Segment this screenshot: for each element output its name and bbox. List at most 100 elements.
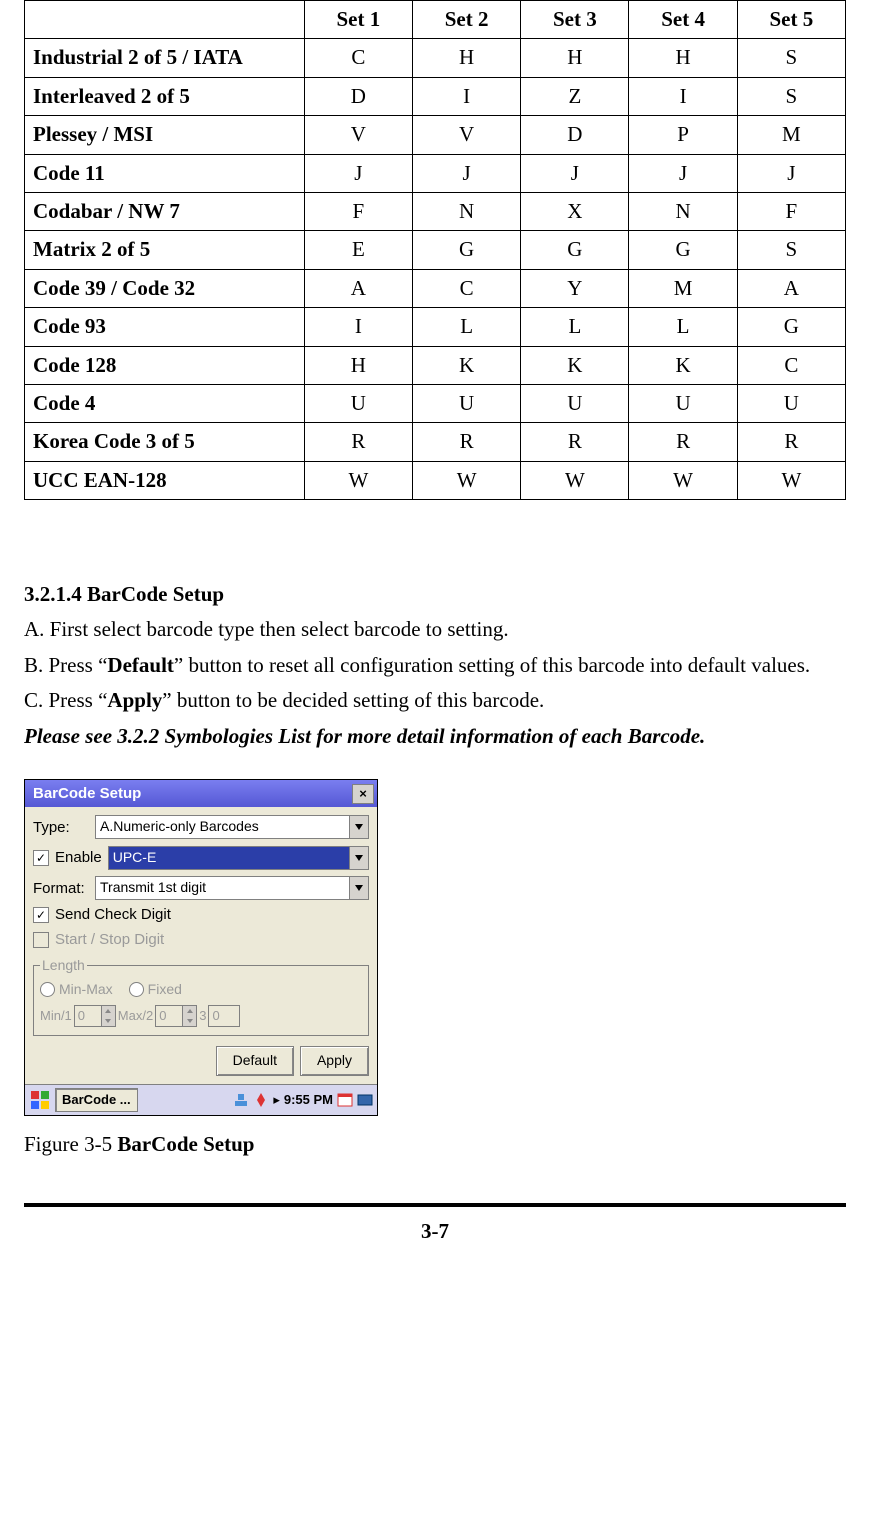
cell-value: M: [629, 269, 737, 307]
tray-status-icon[interactable]: [253, 1092, 269, 1108]
close-icon: ×: [359, 787, 367, 800]
cell-value: N: [629, 192, 737, 230]
max-label: Max/2: [118, 1007, 153, 1025]
cell-value: I: [304, 308, 412, 346]
enable-checkbox[interactable]: ✓ Enable: [33, 847, 102, 868]
cell-value: U: [304, 384, 412, 422]
cell-value: R: [413, 423, 521, 461]
cell-value: W: [304, 461, 412, 499]
cell-value: A: [737, 269, 845, 307]
chevron-down-icon: [349, 847, 368, 869]
cell-value: Y: [521, 269, 629, 307]
cell-value: Z: [521, 77, 629, 115]
cell-value: F: [304, 192, 412, 230]
format-value: Transmit 1st digit: [100, 878, 206, 898]
cell-value: H: [521, 39, 629, 77]
cell-value: G: [737, 308, 845, 346]
table-row: Interleaved 2 of 5DIZIS: [25, 77, 846, 115]
cell-value: G: [521, 231, 629, 269]
row-label: Code 11: [25, 154, 305, 192]
default-button[interactable]: Default: [216, 1046, 294, 1076]
checkbox-icon: ✓: [33, 850, 49, 866]
tray-desktop-icon[interactable]: [357, 1092, 373, 1108]
format-label: Format:: [33, 878, 95, 899]
row-label: Plessey / MSI: [25, 116, 305, 154]
col-set5: Set 5: [737, 1, 845, 39]
type-combobox[interactable]: A.Numeric-only Barcodes: [95, 815, 369, 839]
clock: 9:55 PM: [284, 1091, 333, 1109]
start-icon[interactable]: [29, 1089, 51, 1111]
barcode-combobox[interactable]: UPC-E: [108, 846, 369, 870]
radio-fixed: Fixed: [129, 980, 182, 1000]
cell-value: I: [629, 77, 737, 115]
table-row: Korea Code 3 of 5RRRRR: [25, 423, 846, 461]
type-value: A.Numeric-only Barcodes: [100, 817, 259, 837]
col-set1: Set 1: [304, 1, 412, 39]
table-row: Codabar / NW 7FNXNF: [25, 192, 846, 230]
barcode-value: UPC-E: [113, 848, 157, 868]
taskbar-app-button[interactable]: BarCode ...: [55, 1088, 138, 1112]
chevron-down-icon: [349, 816, 368, 838]
max-spinner: 0: [155, 1005, 197, 1027]
format-combobox[interactable]: Transmit 1st digit: [95, 876, 369, 900]
section-heading: 3.2.1.4 BarCode Setup: [24, 580, 846, 609]
cell-value: K: [413, 346, 521, 384]
cell-value: S: [737, 77, 845, 115]
tray-calendar-icon[interactable]: [337, 1092, 353, 1108]
cell-value: S: [737, 39, 845, 77]
cell-value: L: [629, 308, 737, 346]
row-label: Code 39 / Code 32: [25, 269, 305, 307]
cell-value: M: [737, 116, 845, 154]
tray-network-icon[interactable]: [233, 1092, 249, 1108]
col-blank: [25, 1, 305, 39]
min-label: Min/1: [40, 1007, 72, 1025]
cell-value: L: [521, 308, 629, 346]
figure-caption: Figure 3-5 BarCode Setup: [24, 1130, 846, 1159]
row-label: Interleaved 2 of 5: [25, 77, 305, 115]
apply-button[interactable]: Apply: [300, 1046, 369, 1076]
cell-value: K: [521, 346, 629, 384]
cell-value: H: [413, 39, 521, 77]
close-button[interactable]: ×: [352, 784, 374, 804]
table-row: Code 128HKKKC: [25, 346, 846, 384]
table-row: Code 4UUUUU: [25, 384, 846, 422]
cell-value: N: [413, 192, 521, 230]
cell-value: U: [413, 384, 521, 422]
radio-minmax: Min-Max: [40, 980, 113, 1000]
cell-value: U: [521, 384, 629, 422]
row-label: Codabar / NW 7: [25, 192, 305, 230]
cell-value: V: [304, 116, 412, 154]
cell-value: G: [413, 231, 521, 269]
page-number: 3-7: [24, 1217, 846, 1246]
three-field: 0: [208, 1005, 240, 1027]
cell-value: F: [737, 192, 845, 230]
dialog-title: BarCode Setup: [33, 783, 141, 804]
cell-value: J: [413, 154, 521, 192]
start-stop-label: Start / Stop Digit: [55, 929, 164, 950]
cell-value: H: [629, 39, 737, 77]
cell-value: I: [413, 77, 521, 115]
cell-value: P: [629, 116, 737, 154]
table-row: Plessey / MSIVVDPM: [25, 116, 846, 154]
checkbox-icon: [33, 932, 49, 948]
section-note: Please see 3.2.2 Symbologies List for mo…: [24, 722, 846, 751]
cell-value: C: [737, 346, 845, 384]
table-row: Code 11JJJJJ: [25, 154, 846, 192]
cell-value: R: [304, 423, 412, 461]
barcode-sets-table: Set 1 Set 2 Set 3 Set 4 Set 5 Industrial…: [24, 0, 846, 500]
cell-value: C: [413, 269, 521, 307]
table-row: UCC EAN-128WWWWW: [25, 461, 846, 499]
cell-value: R: [521, 423, 629, 461]
cell-value: R: [737, 423, 845, 461]
cell-value: W: [629, 461, 737, 499]
cell-value: L: [413, 308, 521, 346]
row-label: Code 93: [25, 308, 305, 346]
chevron-down-icon: [349, 877, 368, 899]
send-check-digit-checkbox[interactable]: ✓ Send Check Digit: [33, 904, 369, 925]
cell-value: X: [521, 192, 629, 230]
table-row: Code 93ILLLG: [25, 308, 846, 346]
length-legend: Length: [40, 956, 87, 976]
step-b: B. Press “Default” button to reset all c…: [24, 651, 846, 680]
row-label: Code 128: [25, 346, 305, 384]
enable-label: Enable: [55, 847, 102, 868]
